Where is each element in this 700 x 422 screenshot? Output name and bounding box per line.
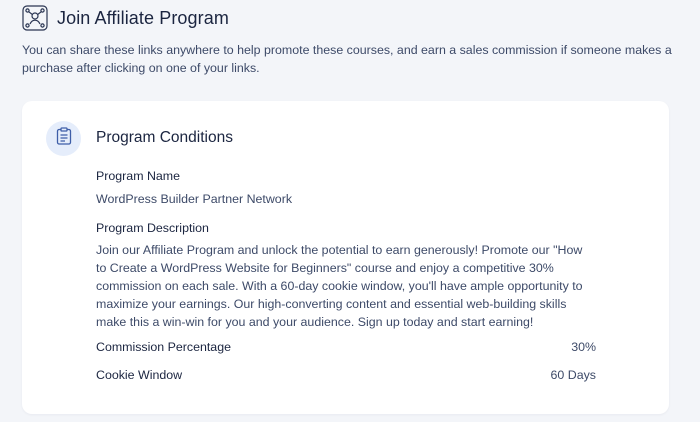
program-conditions-card: Program Conditions Program Name WordPres… <box>22 101 669 414</box>
clipboard-icon <box>56 127 72 150</box>
program-name-value: WordPress Builder Partner Network <box>96 192 293 206</box>
intro-text: You can share these links anywhere to he… <box>22 43 672 75</box>
affiliate-network-icon <box>22 5 48 31</box>
cookie-window-value: 60 Days <box>550 368 596 382</box>
commission-value: 30% <box>571 340 596 354</box>
commission-row: Commission Percentage 30% <box>96 340 596 354</box>
card-title: Program Conditions <box>96 129 233 146</box>
cookie-window-label: Cookie Window <box>96 368 183 382</box>
card-icon-badge <box>46 121 81 156</box>
cookie-window-row: Cookie Window 60 Days <box>96 368 596 382</box>
program-name-label: Program Name <box>96 169 181 183</box>
commission-label: Commission Percentage <box>96 340 231 354</box>
affiliate-program-page: Join Affiliate Program You can share the… <box>0 0 700 422</box>
program-description-value: Join our Affiliate Program and unlock th… <box>96 243 583 329</box>
program-description-label: Program Description <box>96 221 209 235</box>
page-title: Join Affiliate Program <box>57 7 229 28</box>
page-header: Join Affiliate Program <box>22 5 229 31</box>
